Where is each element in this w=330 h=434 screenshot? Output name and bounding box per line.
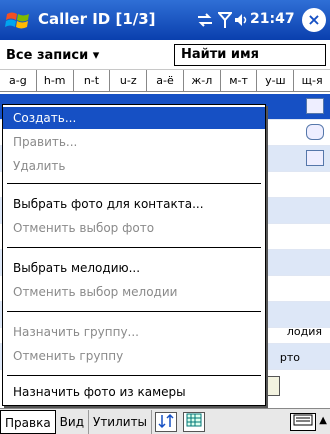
- sort-icon[interactable]: [155, 411, 178, 432]
- menu-item-choose-photo[interactable]: Выбрать фото для контакта...: [3, 193, 265, 215]
- alpha-tab[interactable]: а-ё: [147, 70, 184, 91]
- menu-separator: [7, 247, 261, 248]
- alpha-tab[interactable]: м-т: [221, 70, 258, 91]
- menu-item-clear-ringtone[interactable]: Отменить выбор мелодии: [3, 281, 265, 303]
- signal-icon[interactable]: [218, 8, 232, 32]
- menu-item-camera-photo[interactable]: Назначить фото из камеры: [3, 381, 265, 403]
- keyboard-arrow[interactable]: ▲: [319, 415, 327, 426]
- menu-item-edit[interactable]: Править...: [3, 131, 265, 153]
- search-input[interactable]: Найти имя: [174, 44, 326, 66]
- menu-bar: Правка Вид Утилиты ▲: [0, 408, 330, 434]
- alpha-tab[interactable]: щ-я: [294, 70, 330, 91]
- title-bar: Caller ID [1/3] 21:47 ×: [0, 0, 330, 40]
- filter-dropdown[interactable]: Все записи ▾: [6, 48, 99, 63]
- connectivity-icon[interactable]: [196, 8, 214, 32]
- menu-item-clear-photo[interactable]: Отменить выбор фото: [3, 217, 265, 239]
- menu-item-delete[interactable]: Удалить: [3, 155, 265, 177]
- alpha-tab[interactable]: n-t: [74, 70, 111, 91]
- alpha-tab[interactable]: у-ш: [257, 70, 295, 91]
- menu-item-create[interactable]: Создать...: [3, 107, 265, 129]
- clock[interactable]: 21:47: [250, 11, 295, 27]
- volume-icon[interactable]: [234, 8, 250, 32]
- window-title: Caller ID [1/3]: [38, 10, 156, 28]
- alpha-tab[interactable]: h-m: [37, 70, 74, 91]
- context-menu: Создать... Править... Удалить Выбрать фо…: [2, 104, 266, 406]
- menu-separator: [7, 375, 261, 376]
- photo-icon: [306, 150, 324, 166]
- menu-edit[interactable]: Правка: [0, 409, 56, 434]
- keyboard-icon[interactable]: [290, 413, 316, 431]
- alpha-tab[interactable]: a-g: [0, 70, 37, 91]
- menu-utilities[interactable]: Утилиты: [89, 409, 153, 434]
- windows-flag-icon[interactable]: [4, 6, 32, 34]
- menu-view[interactable]: Вид: [56, 409, 89, 434]
- menu-separator: [7, 183, 261, 184]
- alphabet-tabs: a-g h-m n-t u-z а-ё ж-л м-т у-ш щ-я: [0, 70, 330, 92]
- menu-item-assign-group[interactable]: Назначить группу...: [3, 321, 265, 343]
- alpha-tab[interactable]: u-z: [110, 70, 148, 91]
- menu-separator: [7, 311, 261, 312]
- alpha-tab[interactable]: ж-л: [184, 70, 221, 91]
- list-item-text: лодия: [286, 325, 322, 338]
- contact-card-icon: [306, 98, 324, 114]
- grid-icon[interactable]: [183, 411, 206, 432]
- list-item-text: рто: [279, 351, 300, 364]
- close-button[interactable]: ×: [302, 8, 326, 32]
- menu-item-choose-ringtone[interactable]: Выбрать мелодию...: [3, 257, 265, 279]
- phone-icon: [306, 124, 324, 140]
- filter-bar: Все записи ▾ Найти имя: [0, 40, 330, 70]
- menu-item-clear-group[interactable]: Отменить группу: [3, 345, 265, 367]
